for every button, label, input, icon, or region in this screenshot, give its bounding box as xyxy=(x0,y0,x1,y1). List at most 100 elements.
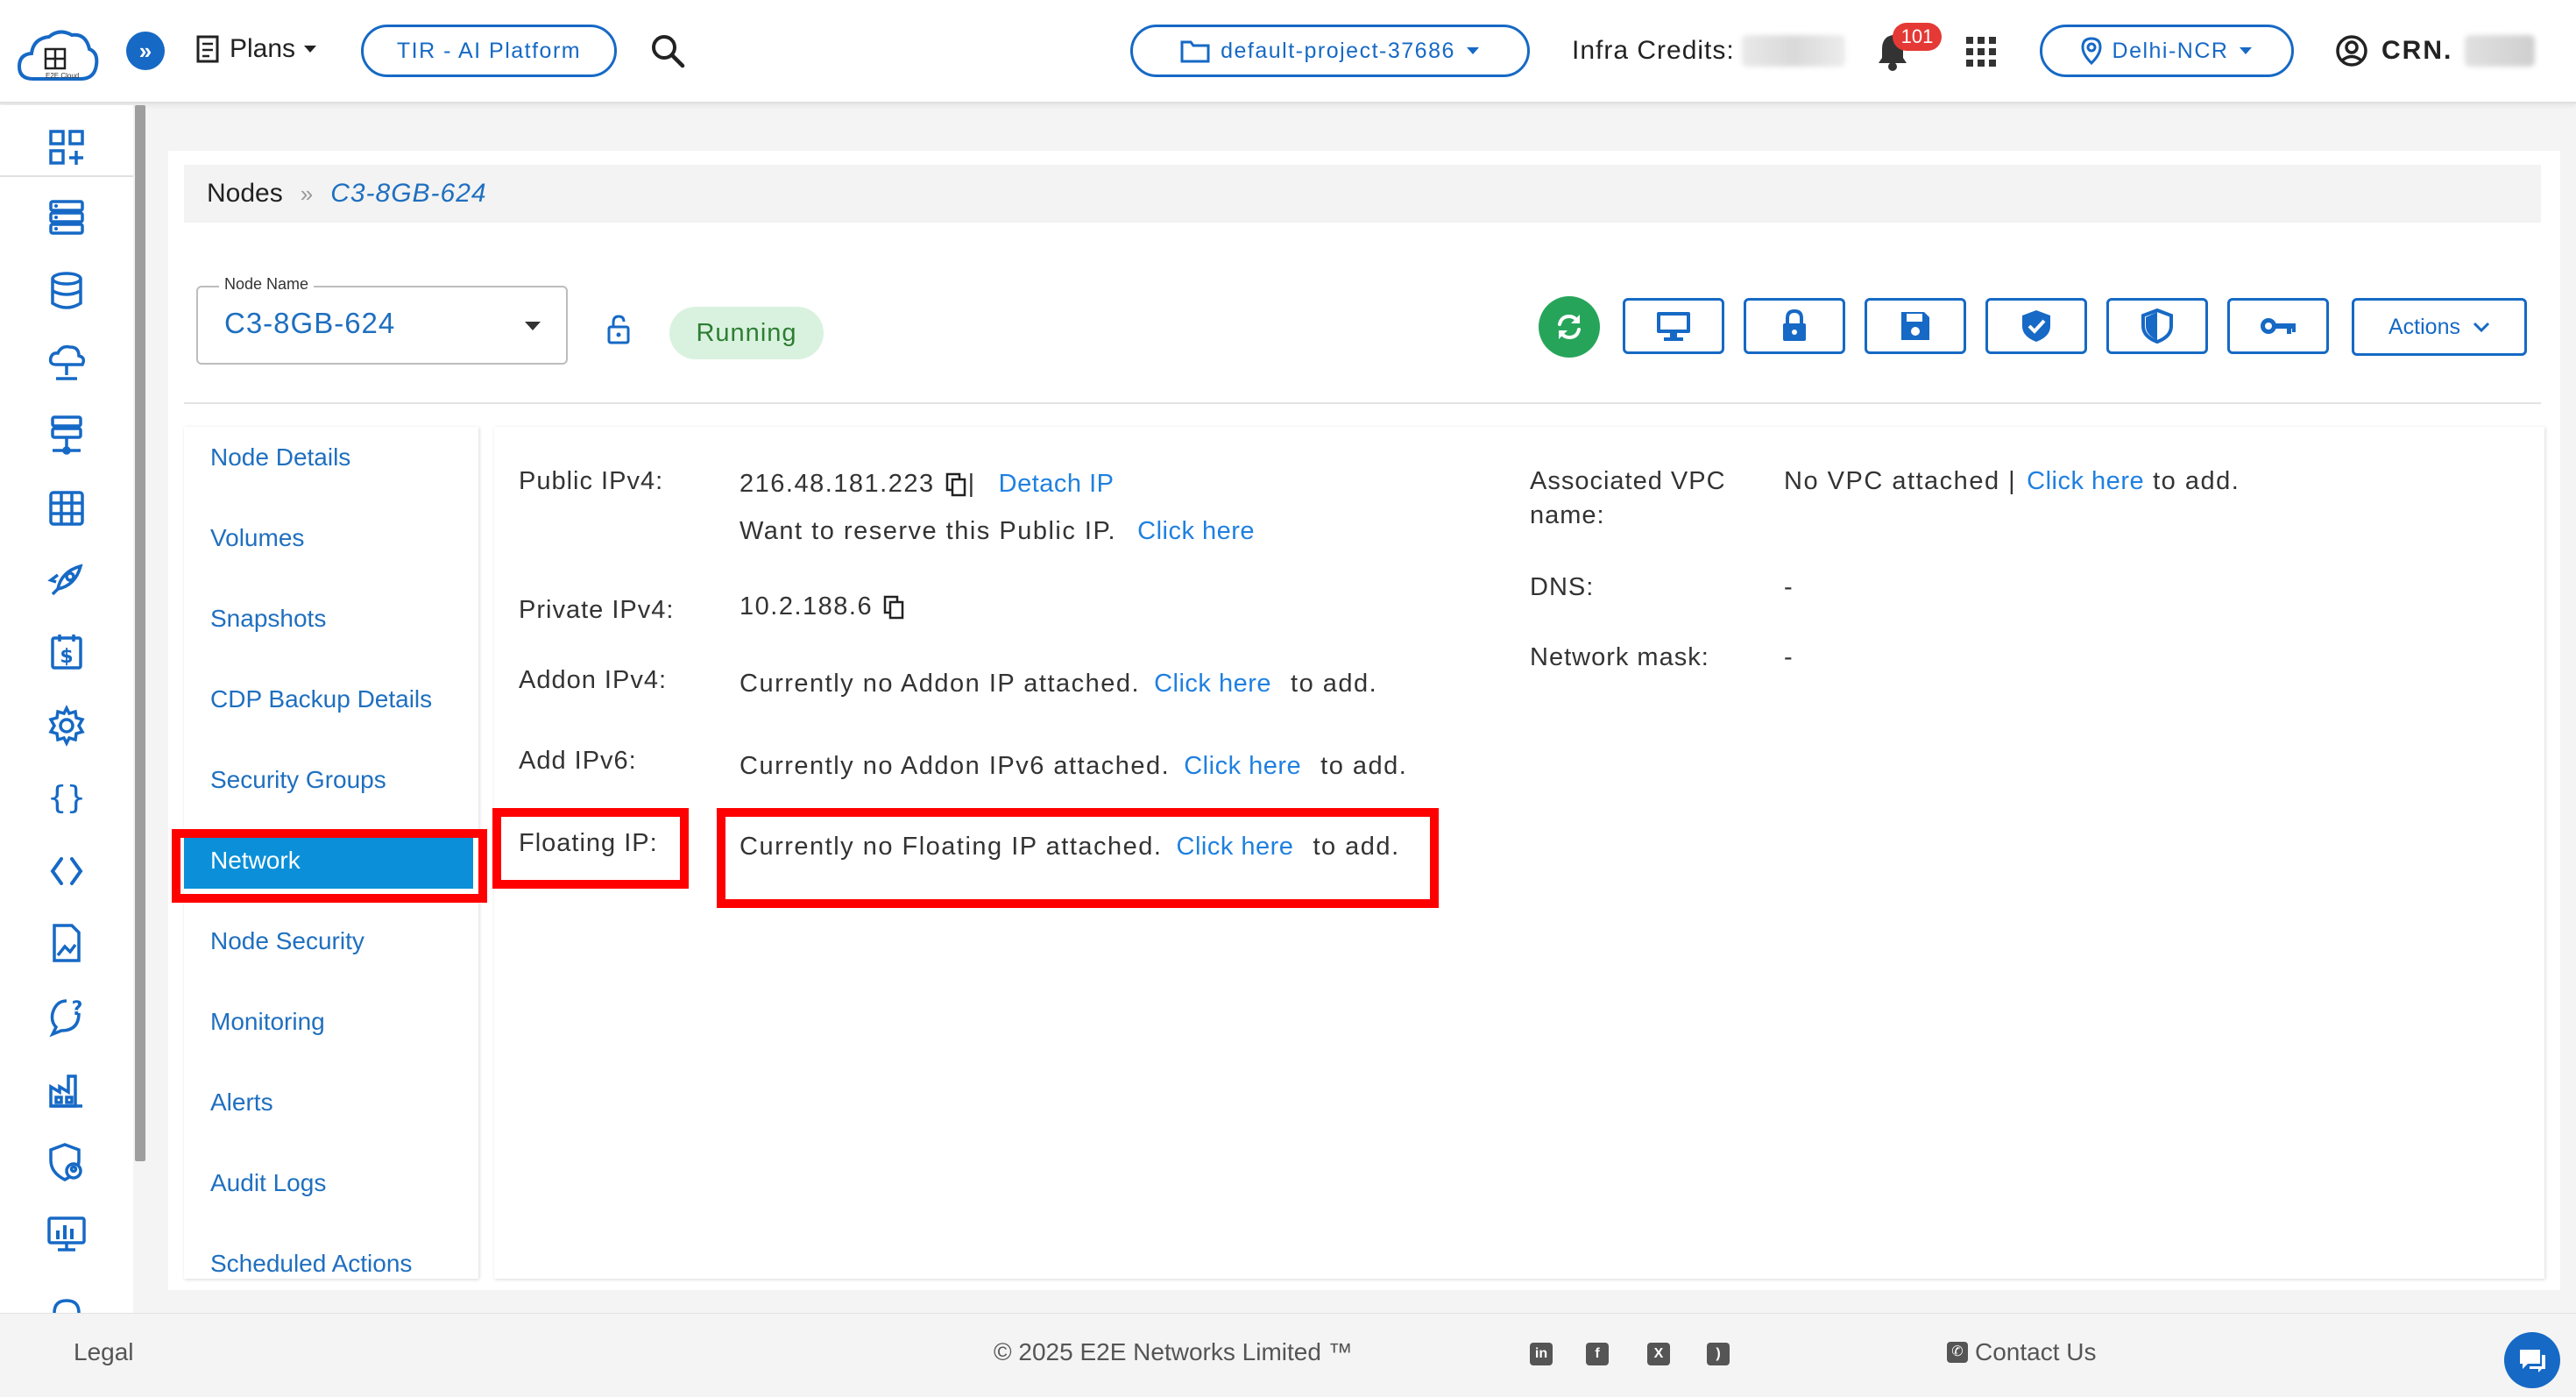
settings-gear-icon[interactable] xyxy=(46,705,88,747)
network-mask-label: Network mask: xyxy=(1530,643,1709,671)
tab-node-security[interactable]: Node Security xyxy=(184,913,478,969)
actions-label: Actions xyxy=(2388,314,2460,339)
apps-grid-icon[interactable] xyxy=(1966,37,1996,67)
header-divider xyxy=(184,402,2541,404)
private-ipv4-value: 10.2.188.6 xyxy=(740,592,874,620)
database-icon[interactable] xyxy=(46,270,88,312)
reserve-ip-link[interactable]: Click here xyxy=(1137,517,1255,546)
breadcrumb-separator: » xyxy=(300,180,314,207)
private-ipv4-label: Private IPv4: xyxy=(519,596,675,624)
document-image-icon[interactable] xyxy=(46,922,88,964)
contact-us-link[interactable]: ✆ Contact Us xyxy=(1947,1338,2097,1366)
project-selector[interactable]: default-project-37686 xyxy=(1130,25,1530,77)
region-selector[interactable]: Delhi-NCR xyxy=(2040,25,2294,77)
public-ipv4-label: Public IPv4: xyxy=(519,467,664,495)
location-pin-icon xyxy=(2081,37,2102,65)
tab-scheduled-actions[interactable]: Scheduled Actions xyxy=(184,1236,478,1292)
refresh-icon xyxy=(1558,314,1581,340)
rocket-icon[interactable] xyxy=(46,559,88,601)
add-ipv6-row: Currently no Addon IPv6 attached. Click … xyxy=(740,752,1407,781)
legal-link[interactable]: Legal xyxy=(74,1338,134,1366)
tab-snapshots[interactable]: Snapshots xyxy=(184,591,478,647)
copy-icon[interactable] xyxy=(883,595,904,620)
dns-value: - xyxy=(1784,573,1794,601)
tab-alerts[interactable]: Alerts xyxy=(184,1074,478,1131)
e2e-logo[interactable]: E2E Cloud xyxy=(16,26,100,86)
vpc-add-link[interactable]: Click here xyxy=(2027,467,2144,496)
tab-volumes[interactable]: Volumes xyxy=(184,510,478,566)
copy-icon[interactable] xyxy=(945,472,966,497)
notification-count: 101 xyxy=(1900,25,1934,47)
monitor-chart-icon[interactable] xyxy=(46,1213,88,1255)
add-ipv6-link[interactable]: Click here xyxy=(1184,752,1301,781)
tir-ai-platform-button[interactable]: TIR - AI Platform xyxy=(361,25,617,77)
network-mask-value: - xyxy=(1784,643,1794,671)
add-ipv6-label: Add IPv6: xyxy=(519,747,637,775)
user-account-icon xyxy=(2336,35,2367,67)
addon-ipv4-suffix: to add. xyxy=(1291,670,1378,698)
search-icon[interactable] xyxy=(648,32,687,70)
logo-text: E2E Cloud xyxy=(46,72,80,80)
node-security-button[interactable] xyxy=(2106,298,2208,354)
code-brackets-icon[interactable] xyxy=(46,850,88,892)
sidebar-scrollbar[interactable] xyxy=(135,105,145,1161)
chat-support-button[interactable] xyxy=(2504,1332,2560,1388)
ssh-keys-button[interactable] xyxy=(2227,298,2329,354)
monitor-icon xyxy=(1657,312,1690,341)
vpc-row: No VPC attached | Click here to add. xyxy=(1784,467,2240,496)
plans-label: Plans xyxy=(230,34,296,63)
console-button[interactable] xyxy=(1623,298,1724,354)
tab-cdp-backup-details[interactable]: CDP Backup Details xyxy=(184,671,478,727)
tab-security-groups[interactable]: Security Groups xyxy=(184,752,478,808)
security-check-button[interactable] xyxy=(1985,298,2087,354)
infra-credits-label: Infra Credits: xyxy=(1572,36,1735,65)
refresh-button[interactable] xyxy=(1539,296,1600,358)
pipe-separator: | xyxy=(967,470,976,498)
shield-user-icon[interactable] xyxy=(46,1141,88,1183)
infra-credits: Infra Credits: xyxy=(1572,35,1845,67)
x-twitter-icon[interactable]: X xyxy=(1647,1343,1670,1365)
save-image-button[interactable] xyxy=(1865,298,1966,354)
svg-text:{}: {} xyxy=(47,780,85,816)
server-list-icon[interactable] xyxy=(46,196,88,238)
lock-button[interactable] xyxy=(1744,298,1845,354)
addon-ipv4-label: Addon IPv4: xyxy=(519,666,667,694)
chat-question-icon[interactable]: ? xyxy=(46,996,88,1038)
shield-check-icon xyxy=(2022,310,2050,342)
addon-ipv4-link[interactable]: Click here xyxy=(1154,670,1271,698)
floppy-disk-icon xyxy=(1901,312,1929,340)
key-icon xyxy=(2261,318,2296,334)
expand-sidebar-button[interactable]: » xyxy=(126,32,165,70)
actions-dropdown-button[interactable]: Actions xyxy=(2352,298,2527,356)
chevron-down-icon xyxy=(2473,322,2490,332)
user-menu[interactable]: CRN. xyxy=(2334,33,2536,68)
breadcrumb-current: C3-8GB-624 xyxy=(330,179,487,208)
tab-monitoring[interactable]: Monitoring xyxy=(184,994,478,1050)
facebook-icon[interactable]: f xyxy=(1586,1343,1609,1365)
linkedin-icon[interactable]: in xyxy=(1530,1343,1553,1365)
cloud-network-icon[interactable] xyxy=(46,342,88,384)
vpc-label-line2: name: xyxy=(1530,501,1605,529)
network-server-icon[interactable] xyxy=(46,414,88,456)
private-ipv4-row: 10.2.188.6 xyxy=(740,592,904,621)
dashboard-add-icon[interactable] xyxy=(46,126,88,168)
plans-menu[interactable]: Plans xyxy=(195,33,318,65)
billing-icon[interactable]: $ xyxy=(46,631,88,673)
vpc-label-line1: Associated VPC xyxy=(1530,467,1726,495)
unlock-icon[interactable] xyxy=(605,314,633,345)
factory-icon[interactable] xyxy=(46,1069,88,1111)
detach-ip-link[interactable]: Detach IP xyxy=(999,470,1115,499)
shield-half-icon xyxy=(2141,308,2173,344)
partial-sidebar-icon[interactable] xyxy=(46,1290,88,1313)
curly-braces-icon[interactable]: {} xyxy=(46,777,88,819)
rss-icon[interactable]: ) xyxy=(1707,1343,1730,1365)
tab-audit-logs[interactable]: Audit Logs xyxy=(184,1155,478,1211)
notifications-button[interactable]: 101 xyxy=(1875,23,1945,79)
highlight-floating-ip-value xyxy=(717,808,1439,908)
user-crn-value-blurred xyxy=(2465,35,2536,67)
breadcrumb: Nodes » C3-8GB-624 xyxy=(184,165,2541,223)
tab-node-details[interactable]: Node Details xyxy=(184,429,478,486)
breadcrumb-nodes-link[interactable]: Nodes xyxy=(207,179,283,209)
table-grid-icon[interactable] xyxy=(46,487,88,529)
plans-icon xyxy=(196,35,219,63)
